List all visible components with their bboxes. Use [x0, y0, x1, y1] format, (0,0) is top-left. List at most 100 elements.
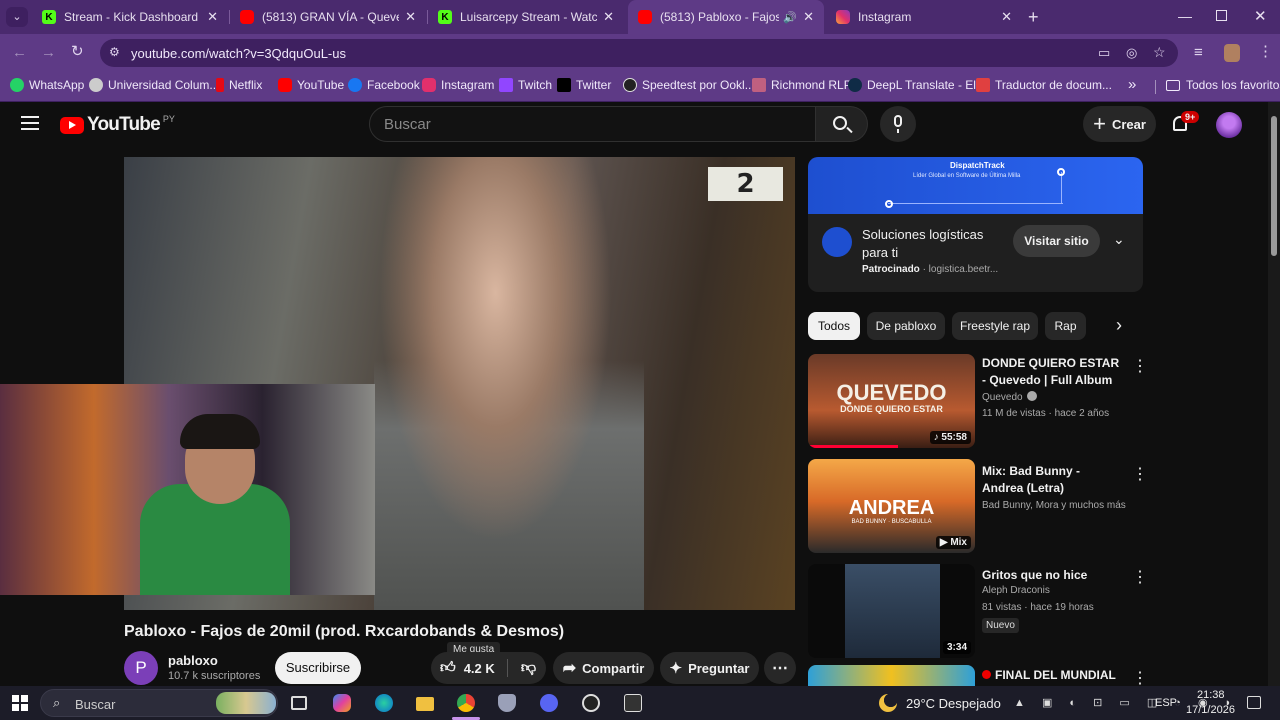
bookmark-whatsapp[interactable]: WhatsApp	[10, 78, 84, 92]
shield-app-icon[interactable]	[498, 694, 516, 712]
more-actions-button[interactable]: ⋯	[764, 652, 796, 684]
tab-luisarcepy-stream[interactable]: K Luisarcepy Stream - Watch Live ✕	[428, 0, 624, 34]
watch-progress	[808, 445, 898, 448]
cast-icon[interactable]: ▭	[1098, 45, 1110, 61]
windows-start-icon[interactable]	[12, 695, 28, 711]
voice-search-button[interactable]	[880, 106, 916, 142]
create-button[interactable]: + Crear	[1083, 106, 1156, 142]
recommendation-item[interactable]: ANDREA BAD BUNNY · BUSCABULLA ▶ Mix Mix:…	[808, 459, 1148, 555]
microphone-icon	[894, 115, 902, 127]
close-tab-icon[interactable]: ✕	[603, 9, 614, 25]
all-bookmarks[interactable]: Todos los favoritos	[1166, 78, 1280, 92]
ad-banner[interactable]: DispatchTrack Líder Global en Software d…	[808, 157, 1143, 214]
bookmark-instagram[interactable]: Instagram	[422, 78, 494, 92]
recommendation-item[interactable]: QUEVEDO DONDE QUIERO ESTAR ♪ 55:58 DONDE…	[808, 354, 1148, 450]
subscribe-button[interactable]: Suscribirse	[275, 652, 361, 684]
video-overlay-badge: 2	[708, 167, 783, 201]
chip-de-pabloxo[interactable]: De pabloxo	[867, 312, 945, 340]
clock-date[interactable]: 17/1/2026	[1186, 704, 1235, 716]
back-icon[interactable]: ←	[12, 45, 27, 60]
bookmarks-overflow-button[interactable]: »	[1128, 76, 1136, 93]
search-box[interactable]: Buscar	[369, 106, 816, 142]
chip-freestyle-rap[interactable]: Freestyle rap	[952, 312, 1038, 340]
reload-icon[interactable]: ↻	[71, 44, 84, 59]
weather-text[interactable]: 29°C Despejado	[906, 696, 1001, 711]
search-input[interactable]: Buscar	[384, 116, 431, 133]
chip-todos[interactable]: Todos	[808, 312, 860, 340]
epic-games-icon[interactable]	[624, 694, 642, 712]
dislike-button[interactable]: 👎︎	[511, 652, 546, 684]
bookmark-richmond[interactable]: Richmond RLP	[752, 78, 852, 92]
channel-name[interactable]: pabloxo	[168, 653, 218, 668]
close-tab-icon[interactable]: ✕	[803, 9, 814, 25]
bookmark-star-icon[interactable]: ☆	[1153, 44, 1166, 61]
ask-button[interactable]: ✦ Preguntar	[660, 652, 759, 684]
chevron-right-icon[interactable]: ›	[1116, 315, 1122, 336]
tab-kick-dashboard[interactable]: K Stream - Kick Dashboard ✕	[32, 0, 228, 34]
copilot-icon[interactable]	[333, 694, 351, 712]
edge-icon[interactable]	[375, 694, 393, 712]
eye-off-icon[interactable]: ◎	[1126, 45, 1137, 61]
media-icon[interactable]: ≡	[1194, 45, 1203, 60]
chrome-icon[interactable]	[457, 694, 475, 712]
discord-icon[interactable]	[540, 694, 558, 712]
task-view-icon[interactable]	[291, 696, 307, 710]
more-options-icon[interactable]: ⋮	[1132, 356, 1148, 376]
bookmark-twitch[interactable]: Twitch	[499, 78, 552, 92]
share-button[interactable]: ➦ Compartir	[553, 652, 654, 684]
address-url[interactable]: youtube.com/watch?v=3QdquOuL-us	[131, 46, 346, 61]
bookmark-traductor[interactable]: Traductor de docum...	[976, 78, 1112, 92]
bookmark-universidad[interactable]: Universidad Colum...	[89, 78, 219, 92]
channel-name: Quevedo	[982, 391, 1037, 403]
recommendation-item[interactable]: 3:34 Gritos que no hice Aleph Draconis 8…	[808, 564, 1148, 660]
chip-rap[interactable]: Rap	[1045, 312, 1086, 340]
bookmark-speedtest[interactable]: Speedtest por Ookl...	[623, 78, 755, 92]
more-options-icon[interactable]: ⋮	[1132, 464, 1148, 484]
close-window-button[interactable]: ✕	[1254, 7, 1267, 25]
tab-gran-via[interactable]: (5813) GRAN VÍA - Quevedo ft. ✕	[230, 0, 426, 34]
ad-card[interactable]: DispatchTrack Líder Global en Software d…	[808, 157, 1143, 292]
minimize-button[interactable]: —	[1178, 8, 1192, 24]
file-explorer-icon[interactable]	[416, 697, 434, 711]
video-title: Pabloxo - Fajos de 20mil (prod. Rxcardob…	[124, 623, 565, 640]
close-tab-icon[interactable]: ✕	[1001, 9, 1012, 25]
taskbar-search[interactable]: ⌕ Buscar	[40, 689, 278, 717]
notification-center-icon[interactable]	[1247, 696, 1261, 709]
maximize-button[interactable]	[1216, 10, 1227, 21]
more-options-icon[interactable]: ⋮	[1132, 668, 1148, 686]
scrollbar-thumb[interactable]	[1271, 116, 1277, 256]
bookmark-twitter[interactable]: Twitter	[557, 78, 611, 92]
tab-search-button[interactable]: ⌄	[6, 7, 28, 27]
bookmark-deepl[interactable]: DeepL Translate - El...	[848, 78, 986, 92]
address-bar[interactable]: ⚙ youtube.com/watch?v=3QdquOuL-us ▭ ◎ ☆	[100, 39, 1178, 67]
site-info-icon[interactable]: ⚙	[109, 45, 120, 59]
menu-icon[interactable]: ⋮	[1258, 44, 1273, 59]
search-button[interactable]	[816, 106, 868, 142]
forward-icon[interactable]: →	[41, 45, 56, 60]
weather-icon[interactable]	[879, 694, 897, 712]
close-tab-icon[interactable]: ✕	[405, 9, 416, 25]
bookmark-facebook[interactable]: Facebook	[348, 78, 420, 92]
visit-site-button[interactable]: Visitar sitio	[1013, 225, 1100, 257]
clock-time[interactable]: 21:38	[1197, 689, 1225, 701]
chevron-down-icon[interactable]: ⌄	[1113, 231, 1125, 248]
close-tab-icon[interactable]: ✕	[207, 9, 218, 25]
like-button[interactable]: 👍︎ 4.2 K	[431, 652, 501, 684]
steam-like-icon[interactable]	[582, 694, 600, 712]
tab-instagram[interactable]: Instagram ✕	[826, 0, 1022, 34]
language-indicator[interactable]: ESP	[1155, 697, 1177, 709]
recommendation-item[interactable]: FINAL DEL MUNDIAL ⋮	[808, 665, 1148, 686]
page-scrollbar[interactable]	[1268, 102, 1280, 686]
speaker-icon[interactable]: 🔊	[783, 11, 797, 24]
bookmark-youtube[interactable]: YouTube	[278, 78, 344, 92]
profile-avatar[interactable]	[1224, 44, 1240, 62]
more-options-icon[interactable]: ⋮	[1132, 567, 1148, 587]
hamburger-menu-icon[interactable]	[21, 116, 39, 130]
account-avatar[interactable]	[1216, 112, 1242, 138]
channel-avatar[interactable]: P	[124, 651, 158, 685]
notifications-button[interactable]: 9+	[1170, 111, 1200, 136]
new-tab-button[interactable]: +	[1028, 7, 1039, 28]
tab-pabloxo[interactable]: (5813) Pabloxo - Fajos de 2( 🔊 ✕	[628, 0, 824, 34]
youtube-logo[interactable]: YouTube PY	[60, 114, 175, 136]
bookmark-netflix[interactable]: Netflix	[216, 78, 262, 92]
